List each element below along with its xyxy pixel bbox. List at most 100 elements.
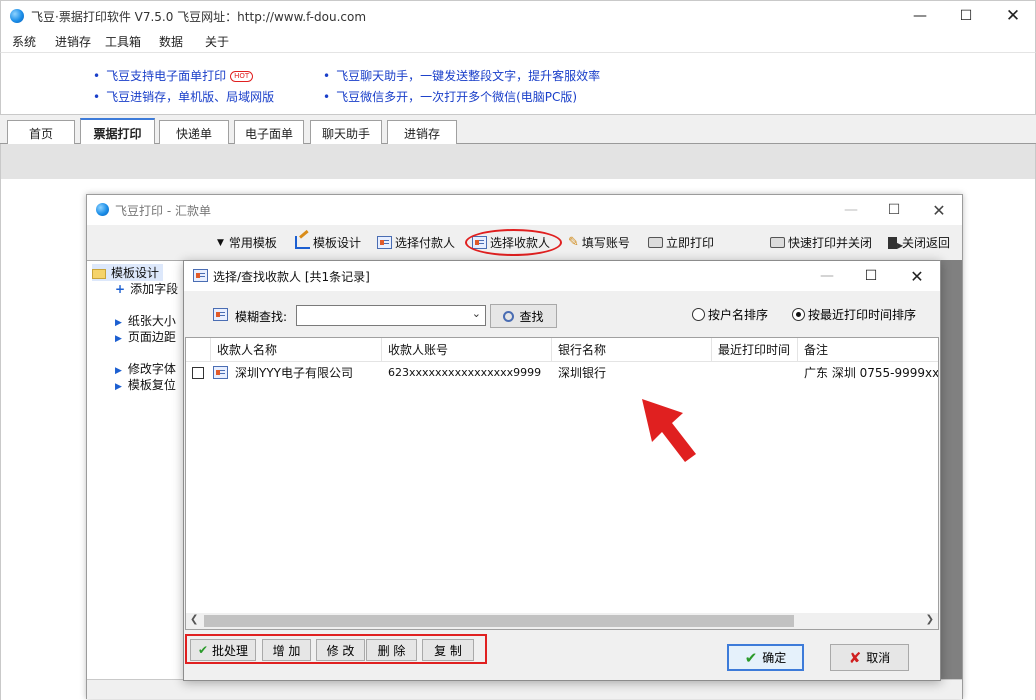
tree-item-paper-size[interactable]: ▶ 纸张大小 xyxy=(115,312,176,329)
pencil-icon: ✎ xyxy=(568,235,579,250)
close-icon[interactable]: ✕ xyxy=(916,195,962,225)
cell-last-print-time xyxy=(718,362,796,384)
search-icon xyxy=(503,310,515,322)
app-logo-icon xyxy=(10,9,24,23)
triangle-right-icon: ▶ xyxy=(115,366,122,376)
tab-inventory[interactable]: 进销存 xyxy=(387,120,457,145)
tab-home[interactable]: 首页 xyxy=(7,120,75,145)
news-link-3[interactable]: • 飞豆进销存，单机版、局域网版 xyxy=(93,88,274,105)
cell-note: 广东 深圳 0755-9999xxxx xyxy=(804,366,938,380)
tree-item-add-field[interactable]: + 添加字段 xyxy=(115,280,178,297)
contact-card-icon xyxy=(193,269,208,282)
contact-card-icon xyxy=(213,366,228,379)
ok-button[interactable]: ✔ 确定 xyxy=(727,644,804,671)
highlight-oval-select-payee xyxy=(465,229,562,256)
news-link-2[interactable]: • 飞豆聊天助手，一键发送整段文字，提升客服效率 xyxy=(323,67,600,84)
news-link-1[interactable]: • 飞豆支持电子面单打印 HOT xyxy=(93,67,254,84)
folder-icon xyxy=(92,268,106,279)
menu-data[interactable]: 数据 xyxy=(159,33,183,50)
common-template-button[interactable]: ▼ 常用模板 xyxy=(217,234,277,251)
select-payer-button[interactable]: 选择付款人 xyxy=(377,234,455,251)
menu-toolbox[interactable]: 工具箱 xyxy=(105,33,141,50)
col-payee-account[interactable]: 收款人账号 xyxy=(382,338,552,362)
tab-chat-assistant[interactable]: 聊天助手 xyxy=(310,120,382,145)
news-panel: • 飞豆支持电子面单打印 HOT • 飞豆聊天助手，一键发送整段文字，提升客服效率 •… xyxy=(0,52,1036,114)
main-window-title: 飞豆·票据打印软件 V7.5.0 飞豆网址：http://www.f-dou.c… xyxy=(31,10,367,24)
close-return-button[interactable]: ▶ 关闭返回 xyxy=(888,234,950,251)
col-bank-name[interactable]: 银行名称 xyxy=(552,338,712,362)
tree-item-template-reset[interactable]: ▶ 模板复位 xyxy=(115,376,176,393)
tab-express[interactable]: 快递单 xyxy=(159,120,229,145)
scroll-left-icon[interactable]: ❮ xyxy=(190,614,198,625)
search-label: 模糊查找: xyxy=(235,310,288,324)
col-checkbox xyxy=(186,338,211,362)
news-link-4[interactable]: • 飞豆微信多开，一次打开多个微信(电脑PC版) xyxy=(323,88,577,105)
minimize-icon[interactable]: — xyxy=(804,261,850,291)
sort-by-recent-radio[interactable]: 按最近打印时间排序 xyxy=(792,306,916,323)
close-icon[interactable]: ✕ xyxy=(990,1,1036,31)
cross-icon: ✘ xyxy=(848,648,862,667)
cell-payee-name: 深圳YYY电子有限公司 xyxy=(235,366,353,380)
design-pen-icon xyxy=(295,229,310,249)
cell-payee-account: 623xxxxxxxxxxxxxxxx9999 xyxy=(388,366,542,379)
content-header-band xyxy=(0,144,1036,179)
sort-by-name-radio[interactable]: 按户名排序 xyxy=(692,306,768,323)
col-note[interactable]: 备注 xyxy=(798,338,938,362)
radio-empty-icon xyxy=(692,308,705,321)
tree-item-page-margin[interactable]: ▶ 页面边距 xyxy=(115,328,176,345)
close-icon[interactable]: ✕ xyxy=(894,261,940,291)
search-button[interactable]: 查找 xyxy=(490,304,557,328)
highlight-box-actions xyxy=(185,634,487,664)
printer-icon xyxy=(648,237,663,248)
template-tree-panel: 模板设计 + 添加字段 ▶ 纸张大小 ▶ 页面边距 ▶ 修改字体 ▶ 模板复位 xyxy=(87,260,187,680)
plus-icon: + xyxy=(115,282,126,296)
fill-account-button[interactable]: ✎ 填写账号 xyxy=(568,234,630,251)
horizontal-scrollbar[interactable]: ❮ ❯ xyxy=(186,613,938,629)
tree-item-modify-font[interactable]: ▶ 修改字体 xyxy=(115,360,176,377)
hot-badge: HOT xyxy=(230,71,254,82)
print-now-button[interactable]: 立即打印 xyxy=(648,234,714,251)
contact-card-icon xyxy=(213,308,228,321)
menu-system[interactable]: 系统 xyxy=(12,33,36,50)
checkmark-icon: ✔ xyxy=(744,648,758,667)
cancel-button[interactable]: ✘ 取消 xyxy=(830,644,909,671)
table-row[interactable]: 深圳YYY电子有限公司 623xxxxxxxxxxxxxxxx9999 深圳银行… xyxy=(186,362,938,384)
triangle-right-icon: ▶ xyxy=(115,382,122,392)
menu-about[interactable]: 关于 xyxy=(205,33,229,50)
chevron-down-icon: ⌄ xyxy=(471,307,481,320)
printer-icon xyxy=(770,237,785,248)
cell-bank-name: 深圳银行 xyxy=(558,366,607,380)
triangle-right-icon: ▶ xyxy=(115,318,122,328)
payee-selection-dialog: 选择/查找收款人 [共1条记录] — ☐ ✕ 模糊查找: ⌄ 查找 按户名排序 … xyxy=(183,260,941,681)
quick-print-close-button[interactable]: 快速打印并关闭 xyxy=(770,234,872,251)
payee-dialog-titlebar: 选择/查找收款人 [共1条记录] — ☐ ✕ xyxy=(184,261,940,291)
row-checkbox[interactable] xyxy=(192,367,204,379)
scrollbar-thumb[interactable] xyxy=(204,615,794,627)
template-design-button[interactable]: 模板设计 xyxy=(295,229,361,251)
tree-root-template-design[interactable]: 模板设计 xyxy=(92,264,164,281)
col-last-print-time[interactable]: 最近打印时间 xyxy=(712,338,798,362)
app-logo-icon xyxy=(96,203,109,216)
main-tab-bar: 首页 票据打印 快递单 电子面单 聊天助手 进销存 xyxy=(0,114,1036,146)
menu-bar: 系统 进销存 工具箱 数据 关于 xyxy=(0,30,1036,52)
search-combo-input[interactable]: ⌄ xyxy=(296,305,486,326)
maximize-icon[interactable]: ☐ xyxy=(871,195,917,225)
red-arrow-annotation xyxy=(642,399,696,462)
menu-inventory[interactable]: 进销存 xyxy=(55,33,91,50)
table-header: 收款人名称 收款人账号 银行名称 最近打印时间 备注 xyxy=(186,338,938,362)
dropdown-arrow-icon: ▼ xyxy=(217,237,224,248)
remittance-dialog-titlebar: 飞豆打印 - 汇款单 — ☐ ✕ xyxy=(87,195,962,225)
col-payee-name[interactable]: 收款人名称 xyxy=(211,338,382,362)
minimize-icon[interactable]: — xyxy=(897,1,943,31)
search-row: 模糊查找: ⌄ 查找 按户名排序 按最近打印时间排序 xyxy=(184,291,940,337)
maximize-icon[interactable]: ☐ xyxy=(848,261,894,291)
contact-card-icon xyxy=(377,236,392,249)
radio-selected-icon xyxy=(792,308,805,321)
maximize-icon[interactable]: ☐ xyxy=(943,1,989,31)
tab-e-waybill[interactable]: 电子面单 xyxy=(234,120,304,145)
scroll-right-icon[interactable]: ❯ xyxy=(926,614,934,625)
minimize-icon[interactable]: — xyxy=(828,195,874,225)
tab-receipt-print[interactable]: 票据打印 xyxy=(80,118,155,146)
main-title-bar: 飞豆·票据打印软件 V7.5.0 飞豆网址：http://www.f-dou.c… xyxy=(0,0,1036,30)
triangle-right-icon: ▶ xyxy=(115,334,122,344)
